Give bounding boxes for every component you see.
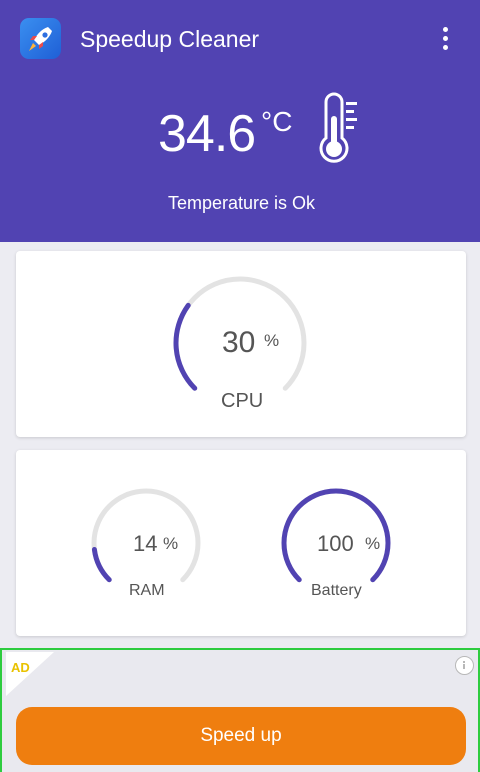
thermometer-icon: [316, 92, 364, 173]
speed-up-button[interactable]: Speed up: [16, 707, 466, 765]
ad-badge: AD: [11, 660, 30, 675]
app-title: Speedup Cleaner: [80, 26, 260, 52]
cpu-value: 30: [222, 326, 256, 359]
cpu-card: 30 % CPU: [16, 251, 466, 437]
cpu-unit: %: [264, 331, 280, 350]
rocket-icon[interactable]: [20, 18, 61, 59]
app-header: Speedup Cleaner 34.6 °C Temperature is O…: [0, 0, 480, 242]
battery-label: Battery: [311, 582, 362, 599]
cpu-label: CPU: [221, 390, 264, 412]
temperature-value: 34.6: [158, 105, 256, 163]
ram-label: RAM: [129, 582, 165, 599]
battery-value: 100: [317, 531, 354, 556]
ram-unit: %: [163, 534, 179, 553]
temperature-status: Temperature is Ok: [167, 193, 316, 213]
ram-gauge-fill: [91, 547, 112, 583]
memory-battery-card: 14 % RAM 100 % Battery: [16, 450, 466, 636]
more-vert-icon[interactable]: [434, 24, 456, 54]
cpu-gauge-fill: [173, 302, 198, 391]
battery-unit: %: [365, 534, 381, 553]
ram-value: 14: [133, 531, 158, 556]
info-icon[interactable]: [455, 656, 474, 675]
temperature-unit: °C: [261, 106, 293, 137]
